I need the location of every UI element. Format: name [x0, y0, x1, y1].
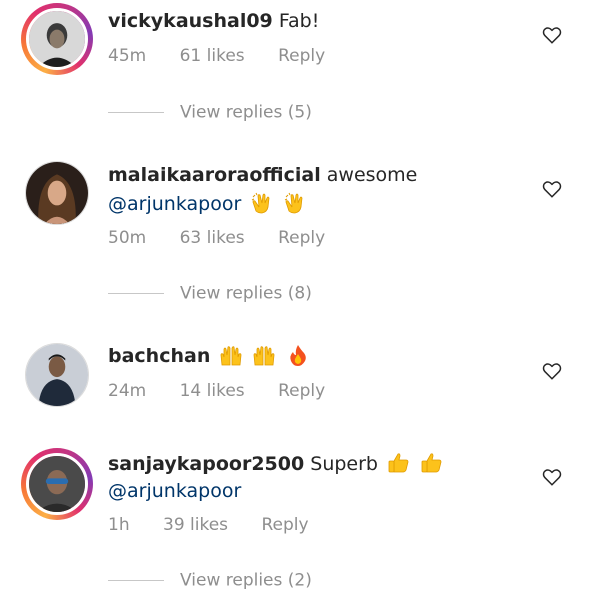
comment-text: awesome: [326, 164, 418, 186]
avatar-image: [29, 456, 85, 512]
clapping-hands-emoji: [285, 192, 303, 214]
raising-hands-emoji: [221, 346, 242, 366]
avatar-story-ring[interactable]: [21, 448, 93, 520]
comment-text: Fab!: [278, 10, 320, 32]
replies-divider: [108, 580, 164, 581]
view-replies-link[interactable]: View replies (8): [108, 283, 312, 307]
replies-divider: [108, 293, 164, 294]
avatar-image: [29, 11, 85, 67]
view-replies-link[interactable]: View replies (2): [108, 570, 312, 594]
replies-divider: [108, 112, 164, 113]
comment-username[interactable]: vickykaushal09: [108, 10, 273, 32]
reply-button[interactable]: Reply: [278, 381, 325, 401]
comment-likes[interactable]: 39 likes: [163, 515, 228, 535]
heart-icon[interactable]: [541, 24, 563, 46]
comment-likes[interactable]: 63 likes: [180, 228, 245, 248]
comment-meta: 50m 63 likes Reply: [108, 227, 353, 249]
mention-link[interactable]: @arjunkapoor: [108, 193, 241, 215]
comment-text: Superb: [310, 453, 378, 475]
avatar: [26, 453, 88, 515]
comment-text-line: malaikaaroraofficial awesome: [108, 163, 417, 187]
comment-meta: 45m 61 likes Reply: [108, 45, 353, 67]
view-replies-label[interactable]: View replies (5): [180, 103, 312, 123]
comment-time[interactable]: 1h: [108, 515, 130, 535]
avatar: [25, 161, 89, 225]
comment-username[interactable]: bachchan: [108, 345, 210, 367]
comment-text-line: sanjaykapoor2500 Superb: [108, 451, 444, 476]
view-replies-label[interactable]: View replies (8): [180, 284, 312, 304]
avatar-story-ring[interactable]: [21, 3, 93, 75]
heart-icon[interactable]: [541, 466, 563, 488]
clapping-hands-emoji: [252, 192, 270, 214]
comment-time[interactable]: 45m: [108, 46, 146, 66]
reply-button[interactable]: Reply: [278, 46, 325, 66]
comment-time[interactable]: 50m: [108, 228, 146, 248]
view-replies-label[interactable]: View replies (2): [180, 571, 312, 591]
comment-text-line-2: @arjunkapoor: [108, 191, 307, 216]
comment-likes[interactable]: 61 likes: [180, 46, 245, 66]
comment-time[interactable]: 24m: [108, 381, 146, 401]
comment-meta: 24m 14 likes Reply: [108, 380, 353, 402]
avatar: [26, 8, 88, 70]
thumbs-up-emoji: [388, 453, 409, 473]
reply-button[interactable]: Reply: [261, 515, 308, 535]
avatar-image: [26, 344, 88, 406]
comment-likes[interactable]: 14 likes: [180, 381, 245, 401]
mention-link[interactable]: @arjunkapoor: [108, 480, 241, 502]
avatar-wrapper[interactable]: [21, 339, 93, 411]
fire-emoji: [289, 345, 306, 366]
avatar-image: [26, 162, 88, 224]
avatar: [25, 343, 89, 407]
view-replies-link[interactable]: View replies (5): [108, 102, 312, 126]
heart-icon[interactable]: [541, 178, 563, 200]
comment-username[interactable]: malaikaaroraofficial: [108, 164, 321, 186]
thumbs-up-emoji: [421, 453, 442, 473]
comment-text-line-2: @arjunkapoor: [108, 479, 241, 503]
avatar-wrapper[interactable]: [21, 157, 93, 229]
comment-meta: 1h 39 likes Reply: [108, 514, 337, 536]
comment-text-line: vickykaushal09 Fab!: [108, 9, 319, 33]
comment-username[interactable]: sanjaykapoor2500: [108, 453, 304, 475]
comment-text-line: bachchan: [108, 343, 310, 368]
raising-hands-emoji: [254, 346, 275, 366]
heart-icon[interactable]: [541, 360, 563, 382]
reply-button[interactable]: Reply: [278, 228, 325, 248]
